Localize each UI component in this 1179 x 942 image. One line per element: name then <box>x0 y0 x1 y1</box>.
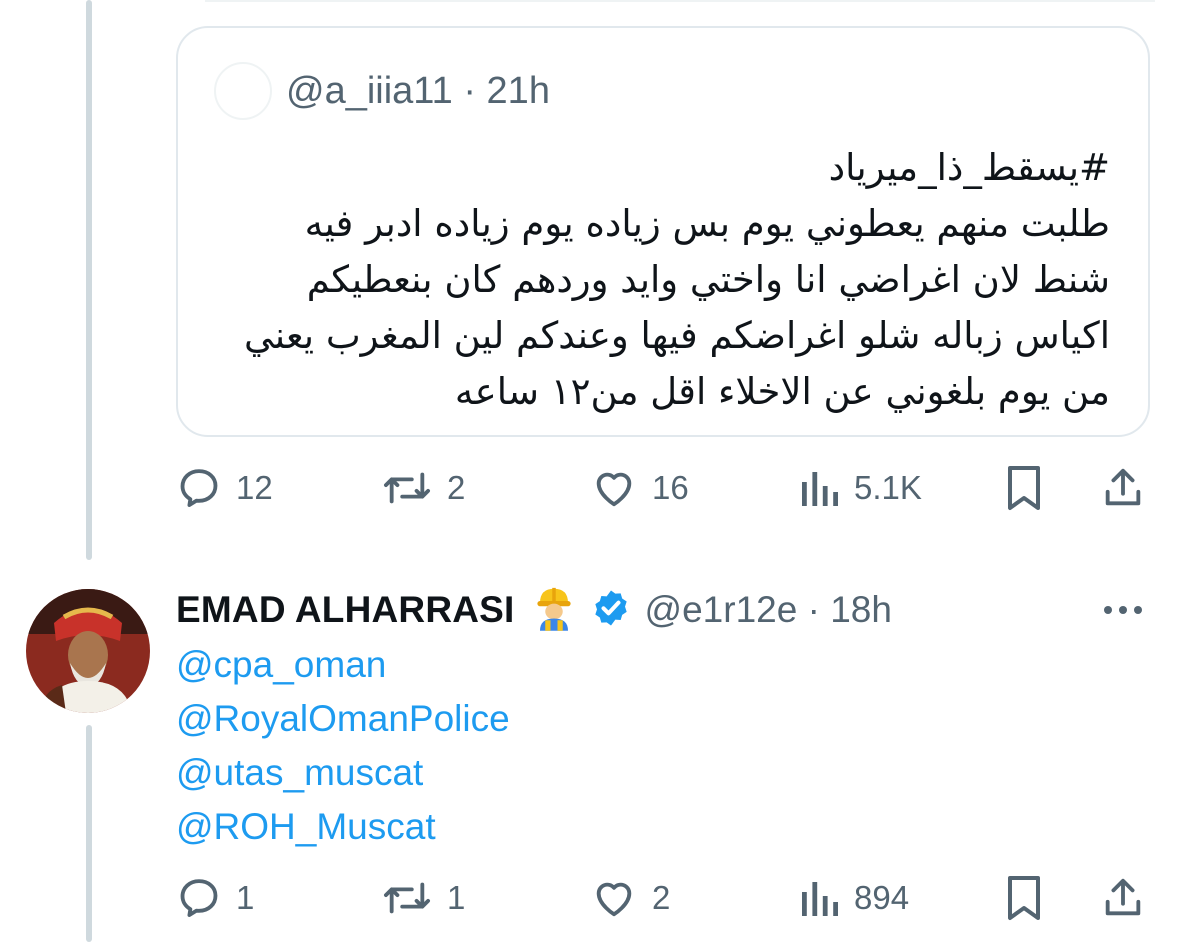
share-button[interactable] <box>1100 458 1146 518</box>
reply-button[interactable]: 1 <box>176 868 254 928</box>
bookmark-icon <box>1008 876 1040 920</box>
views-icon <box>802 882 838 916</box>
more-options-button[interactable] <box>1100 596 1146 624</box>
like-count: 2 <box>652 879 671 916</box>
avatar[interactable] <box>26 589 150 713</box>
repost-count: 1 <box>447 879 466 916</box>
reply-meta: @e1r12e · 18h <box>645 589 892 631</box>
quoted-text-line: من يوم بلغوني عن الاخلاء اقل من١٢ ساعه <box>454 370 1110 413</box>
thread-line-upper <box>86 0 92 560</box>
mention-link[interactable]: @ROH_Muscat <box>176 800 510 854</box>
views-button[interactable]: 894 <box>800 868 909 928</box>
thread-line-lower <box>86 725 92 942</box>
like-button[interactable]: 2 <box>590 868 670 928</box>
like-button[interactable]: 16 <box>590 458 689 518</box>
bookmark-button[interactable] <box>1004 868 1044 928</box>
meta-separator: · <box>463 70 476 112</box>
reply-icon <box>180 469 218 507</box>
mention-link[interactable]: @cpa_oman <box>176 638 510 692</box>
quoted-tweet-card[interactable]: @a_iiia11 · 21h #يسقط_ذا_ميرياد طلبت منه… <box>176 26 1150 437</box>
mention-link[interactable]: @RoyalOmanPolice <box>176 692 510 746</box>
views-button[interactable]: 5.1K <box>800 458 922 518</box>
share-icon <box>1105 468 1141 506</box>
reply-button[interactable]: 12 <box>176 458 273 518</box>
quoted-hashtag[interactable]: #يسقط_ذا_ميرياد <box>210 140 1110 196</box>
reply-handle[interactable]: @e1r12e <box>645 589 798 630</box>
reply-count: 12 <box>236 469 273 506</box>
display-name[interactable]: EMAD ALHARRASI <box>176 589 515 631</box>
mention-link[interactable]: @utas_muscat <box>176 746 510 800</box>
repost-icon <box>383 882 430 914</box>
quoted-text-line: اكياس زباله شلو اغراضكم فيها وعندكم لين … <box>243 314 1110 357</box>
top-divider <box>205 0 1155 2</box>
reply-icon <box>180 879 218 917</box>
like-count: 16 <box>652 469 689 506</box>
verified-badge-icon[interactable] <box>591 588 631 633</box>
reply-count: 1 <box>236 879 255 916</box>
views-count: 894 <box>854 879 910 916</box>
reply-time[interactable]: 18h <box>830 589 892 630</box>
quoted-text-line: شنط لان اغراضي انا واختي وايد وردهم كان … <box>306 258 1110 301</box>
repost-button[interactable]: 1 <box>381 868 465 928</box>
repost-button[interactable]: 2 <box>381 458 465 518</box>
heart-icon <box>596 472 632 507</box>
quoted-tweet-text: #يسقط_ذا_ميرياد طلبت منهم يعطوني يوم بس … <box>210 140 1110 420</box>
bookmark-icon <box>1008 466 1040 510</box>
quoted-tweet-meta: @a_iiia11 · 21h <box>286 70 550 113</box>
more-icon <box>1104 606 1142 614</box>
meta-separator: · <box>807 589 820 630</box>
share-icon <box>1105 878 1141 916</box>
reply-tweet-text: @cpa_oman @RoyalOmanPolice @utas_muscat … <box>176 638 510 854</box>
construction-worker-icon <box>533 585 575 636</box>
heart-icon <box>596 882 632 917</box>
bookmark-button[interactable] <box>1004 458 1044 518</box>
views-icon <box>802 472 838 506</box>
avatar-image <box>26 589 150 713</box>
share-button[interactable] <box>1100 868 1146 928</box>
quoted-text-line: طلبت منهم يعطوني يوم بس زياده يوم زياده … <box>304 202 1110 245</box>
reply-action-bar: 1 1 2 894 <box>176 868 1151 928</box>
quoted-time[interactable]: 21h <box>487 70 550 112</box>
quoted-handle[interactable]: @a_iiia11 <box>286 70 453 112</box>
repost-count: 2 <box>447 469 466 506</box>
views-count: 5.1K <box>854 469 922 506</box>
repost-icon <box>383 472 430 504</box>
quoted-avatar[interactable] <box>214 62 272 120</box>
reply-header: EMAD ALHARRASI @e1r12e · 18h <box>176 580 892 640</box>
tweet-action-bar: 12 2 16 5.1K <box>176 458 1151 518</box>
